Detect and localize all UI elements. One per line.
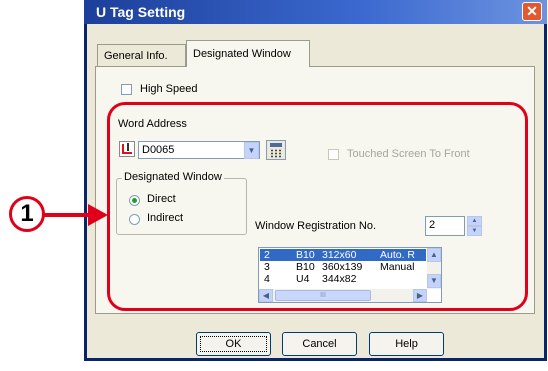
help-button-label: Help bbox=[395, 338, 418, 350]
cancel-button-label: Cancel bbox=[302, 338, 337, 350]
help-button[interactable]: Help bbox=[369, 332, 444, 356]
cancel-button[interactable]: Cancel bbox=[282, 332, 357, 356]
tab-label: Designated Window bbox=[193, 48, 291, 60]
tab-designated-window[interactable]: Designated Window bbox=[186, 40, 310, 67]
ok-button[interactable]: OK bbox=[196, 332, 271, 356]
active-tab-join bbox=[187, 65, 309, 68]
callout-number: 1 bbox=[20, 200, 34, 227]
callout-arrow-icon bbox=[44, 204, 108, 226]
callout-marker: 1 bbox=[9, 196, 45, 232]
high-speed-checkbox[interactable] bbox=[121, 84, 132, 95]
highlight-frame bbox=[107, 102, 528, 311]
tab-general-info[interactable]: General Info. bbox=[97, 44, 186, 67]
high-speed-label: High Speed bbox=[140, 83, 198, 95]
close-icon: ✕ bbox=[526, 3, 538, 19]
window-title: U Tag Setting bbox=[96, 4, 186, 20]
ok-button-label: OK bbox=[225, 338, 242, 350]
close-button[interactable]: ✕ bbox=[522, 2, 542, 21]
tab-label: General Info. bbox=[104, 50, 168, 62]
